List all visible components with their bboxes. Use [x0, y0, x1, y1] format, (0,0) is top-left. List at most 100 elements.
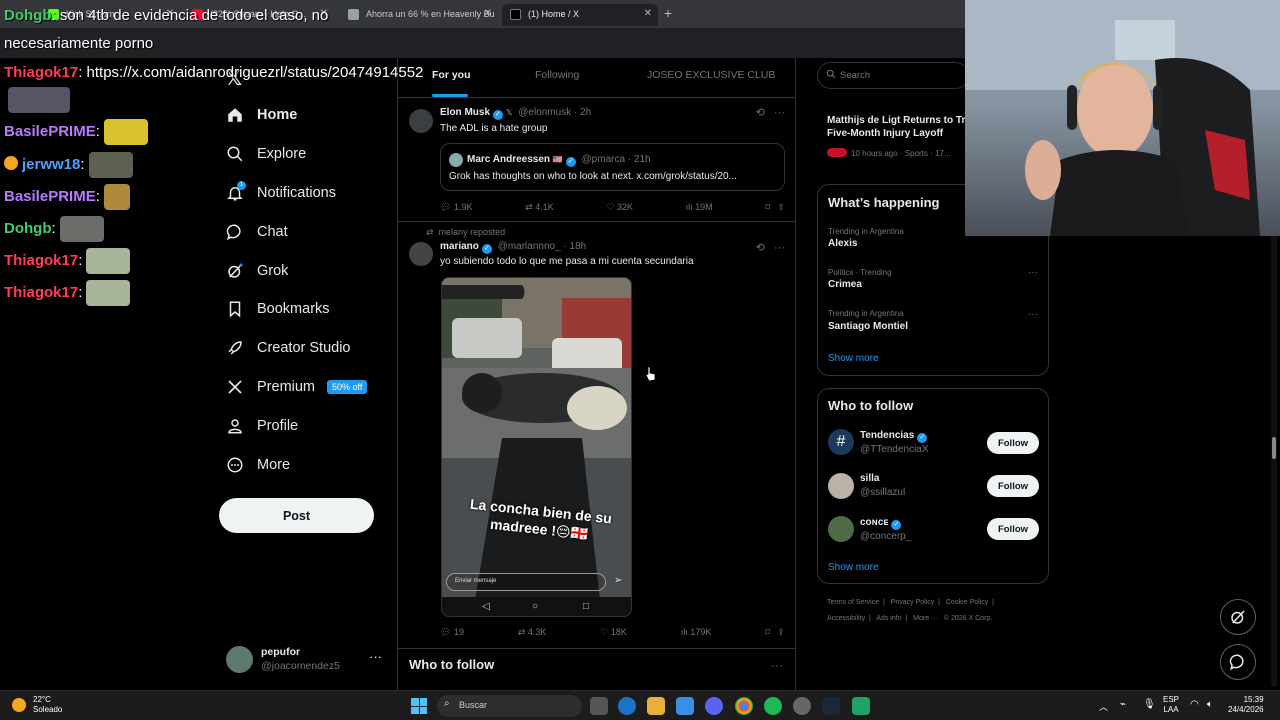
discord-icon[interactable] — [705, 697, 723, 715]
author-name[interactable]: mariano — [440, 241, 479, 252]
author-handle[interactable]: @elonmusk — [518, 107, 571, 118]
nav-item-notifications[interactable]: 1 Notifications — [222, 174, 392, 213]
tweet[interactable]: Elon Musk ✓ 𝕏 @elonmusk · 2h ⟲ ··· The ADL… — [398, 99, 795, 221]
microphone-icon[interactable]: 🎙︎ — [1143, 699, 1156, 710]
follow-button[interactable]: Follow — [987, 432, 1039, 454]
nav-item-profile[interactable]: Profile — [222, 406, 392, 445]
tweet-time[interactable]: · 18h — [563, 241, 586, 252]
obs-icon[interactable] — [793, 697, 811, 715]
quote-header: Marc Andreessen 🇺🇸 ✓ @pmarca · 21h — [467, 154, 651, 167]
follow-button[interactable]: Follow — [987, 518, 1039, 540]
close-tab-icon[interactable]: ✕ — [644, 8, 652, 19]
nav-item-chat[interactable]: Chat — [222, 212, 392, 251]
tweet-menu[interactable]: ⟲ ··· — [756, 106, 785, 119]
nav-item-premium[interactable]: Premium 50% off — [222, 368, 392, 407]
ads-info-link[interactable]: Ads info — [876, 615, 901, 622]
store-icon[interactable] — [676, 697, 694, 715]
nav-item-creator-studio[interactable]: Creator Studio — [222, 329, 392, 368]
browser-tab-active[interactable]: (1) Home / X ✕ — [502, 4, 658, 26]
spotify-icon[interactable] — [764, 697, 782, 715]
send-icon: ➢ — [614, 575, 623, 586]
news-meta: 10 hours ago · Sports · 17... — [827, 148, 951, 158]
privacy-link[interactable]: Privacy Policy — [891, 599, 935, 606]
scrollbar[interactable] — [1271, 234, 1277, 686]
account-switcher[interactable]: pepufor @joacomendez5 ··· — [226, 644, 386, 674]
emote-image — [86, 248, 131, 274]
avatar[interactable] — [409, 242, 433, 266]
browser-tab[interactable]: Ahorra un 66 % en Heavenly Bu ✕ — [340, 4, 498, 26]
cookie-link[interactable]: Cookie Policy — [946, 599, 988, 606]
speaker-icon[interactable]: 🔈︎ — [1207, 699, 1213, 710]
terms-link[interactable]: Terms of Service — [827, 599, 879, 606]
nav-item-grok[interactable]: Grok — [222, 251, 392, 290]
more-dots-icon[interactable]: ··· — [369, 649, 382, 664]
nav-item-more[interactable]: More — [222, 445, 392, 484]
like-button[interactable]: ♡ 32K — [606, 202, 633, 213]
post-button[interactable]: Post — [219, 498, 374, 533]
language-indicator[interactable]: ESP LAA — [1163, 695, 1179, 715]
x-icon — [222, 377, 248, 397]
more-dots-icon[interactable]: ··· — [1028, 267, 1038, 278]
emote-image — [59, 216, 104, 242]
views-button[interactable]: ılı 19M — [686, 202, 713, 213]
avatar[interactable] — [409, 109, 433, 133]
author-handle[interactable]: @marlannno_ — [498, 241, 561, 252]
bookmark-icon[interactable]: ⌑ ⇪ — [765, 202, 785, 213]
nav-item-home[interactable]: Home — [222, 96, 392, 135]
tweet[interactable]: ⇄ melany reposted mariano ✓ @marlannno_ ·… — [398, 222, 795, 646]
nav-item-bookmarks[interactable]: Bookmarks — [222, 290, 392, 329]
grok-icon[interactable]: ⟲ — [756, 242, 765, 254]
views-button[interactable]: ılı 179K — [681, 627, 712, 638]
tab-joseo-exclusive-club[interactable]: JOSEO EXCLUSIVE CLUB — [647, 69, 775, 81]
more-link[interactable]: More ··· — [913, 615, 938, 622]
tweet-media-image[interactable]: La concha bien de su madreee !😔🇬🇪 Enviar … — [441, 277, 632, 617]
steam-icon[interactable] — [822, 697, 840, 715]
share-icon[interactable]: ⇪ — [777, 627, 785, 637]
chat-username: Thiagok17 — [4, 64, 79, 81]
network-icon[interactable]: ⌁ — [1120, 699, 1126, 710]
quoted-tweet[interactable]: Marc Andreessen 🇺🇸 ✓ @pmarca · 21h Grok h… — [440, 143, 785, 191]
scrollbar-thumb[interactable] — [1272, 437, 1276, 459]
taskbar-search[interactable]: ⌕ Buscar — [437, 695, 582, 717]
grok-icon[interactable]: ⟲ — [756, 107, 765, 119]
clock[interactable]: 15:39 24/4/2026 — [1228, 695, 1264, 715]
more-dots-icon[interactable]: ··· — [771, 658, 783, 672]
news-headline[interactable]: Matthijs de Ligt Returns to Tr... Five-M… — [827, 114, 977, 140]
chat-fab-button[interactable] — [1220, 644, 1256, 680]
nav-label: More — [257, 456, 291, 473]
task-view-icon[interactable] — [590, 697, 608, 715]
chrome-icon[interactable] — [735, 697, 753, 715]
tweet-menu[interactable]: ⟲ ··· — [756, 241, 785, 254]
author-name[interactable]: Elon Musk — [440, 107, 490, 118]
repost-context[interactable]: ⇄ melany reposted — [426, 227, 505, 238]
bookmark-icon[interactable]: ⌑ ⇪ — [765, 627, 785, 638]
reply-button[interactable]: 💬︎ 19 — [440, 627, 464, 638]
show-more-link[interactable]: Show more — [828, 562, 879, 573]
search-input[interactable]: Search — [817, 62, 969, 89]
repost-button[interactable]: ⇄ 4.3K — [518, 627, 547, 638]
close-tab-icon[interactable]: ✕ — [484, 8, 492, 19]
show-hidden-icons-icon[interactable]: ︿ — [1099, 700, 1108, 713]
edge-icon[interactable] — [618, 697, 636, 715]
tab-for-you[interactable]: For you — [432, 69, 471, 81]
excel-icon[interactable] — [852, 697, 870, 715]
nav-item-explore[interactable]: Explore — [222, 135, 392, 174]
reply-button[interactable]: 💬︎ 1.9K — [440, 202, 472, 213]
new-tab-button[interactable]: + — [664, 5, 672, 21]
tweet-time[interactable]: · 2h — [574, 107, 591, 118]
sidebar-nav: Home Explore 1 Notifications Chat Grok B… — [222, 96, 392, 484]
more-dots-icon[interactable]: ··· — [774, 107, 785, 119]
file-explorer-icon[interactable] — [647, 697, 665, 715]
repost-button[interactable]: ⇄ 4.1K — [525, 202, 554, 213]
more-dots-icon[interactable]: ··· — [1028, 309, 1038, 320]
tab-following[interactable]: Following — [535, 69, 579, 81]
more-dots-icon[interactable]: ··· — [774, 242, 785, 254]
windows-start-icon[interactable] — [411, 698, 427, 714]
like-button[interactable]: ♡ 18K — [600, 627, 627, 638]
share-icon[interactable]: ⇪ — [777, 202, 785, 212]
grok-fab-button[interactable] — [1220, 599, 1256, 635]
show-more-link[interactable]: Show more — [828, 353, 879, 364]
follow-button[interactable]: Follow — [987, 475, 1039, 497]
wifi-icon[interactable]: ◠ — [1190, 699, 1199, 710]
accessibility-link[interactable]: Accessibility — [827, 615, 865, 622]
